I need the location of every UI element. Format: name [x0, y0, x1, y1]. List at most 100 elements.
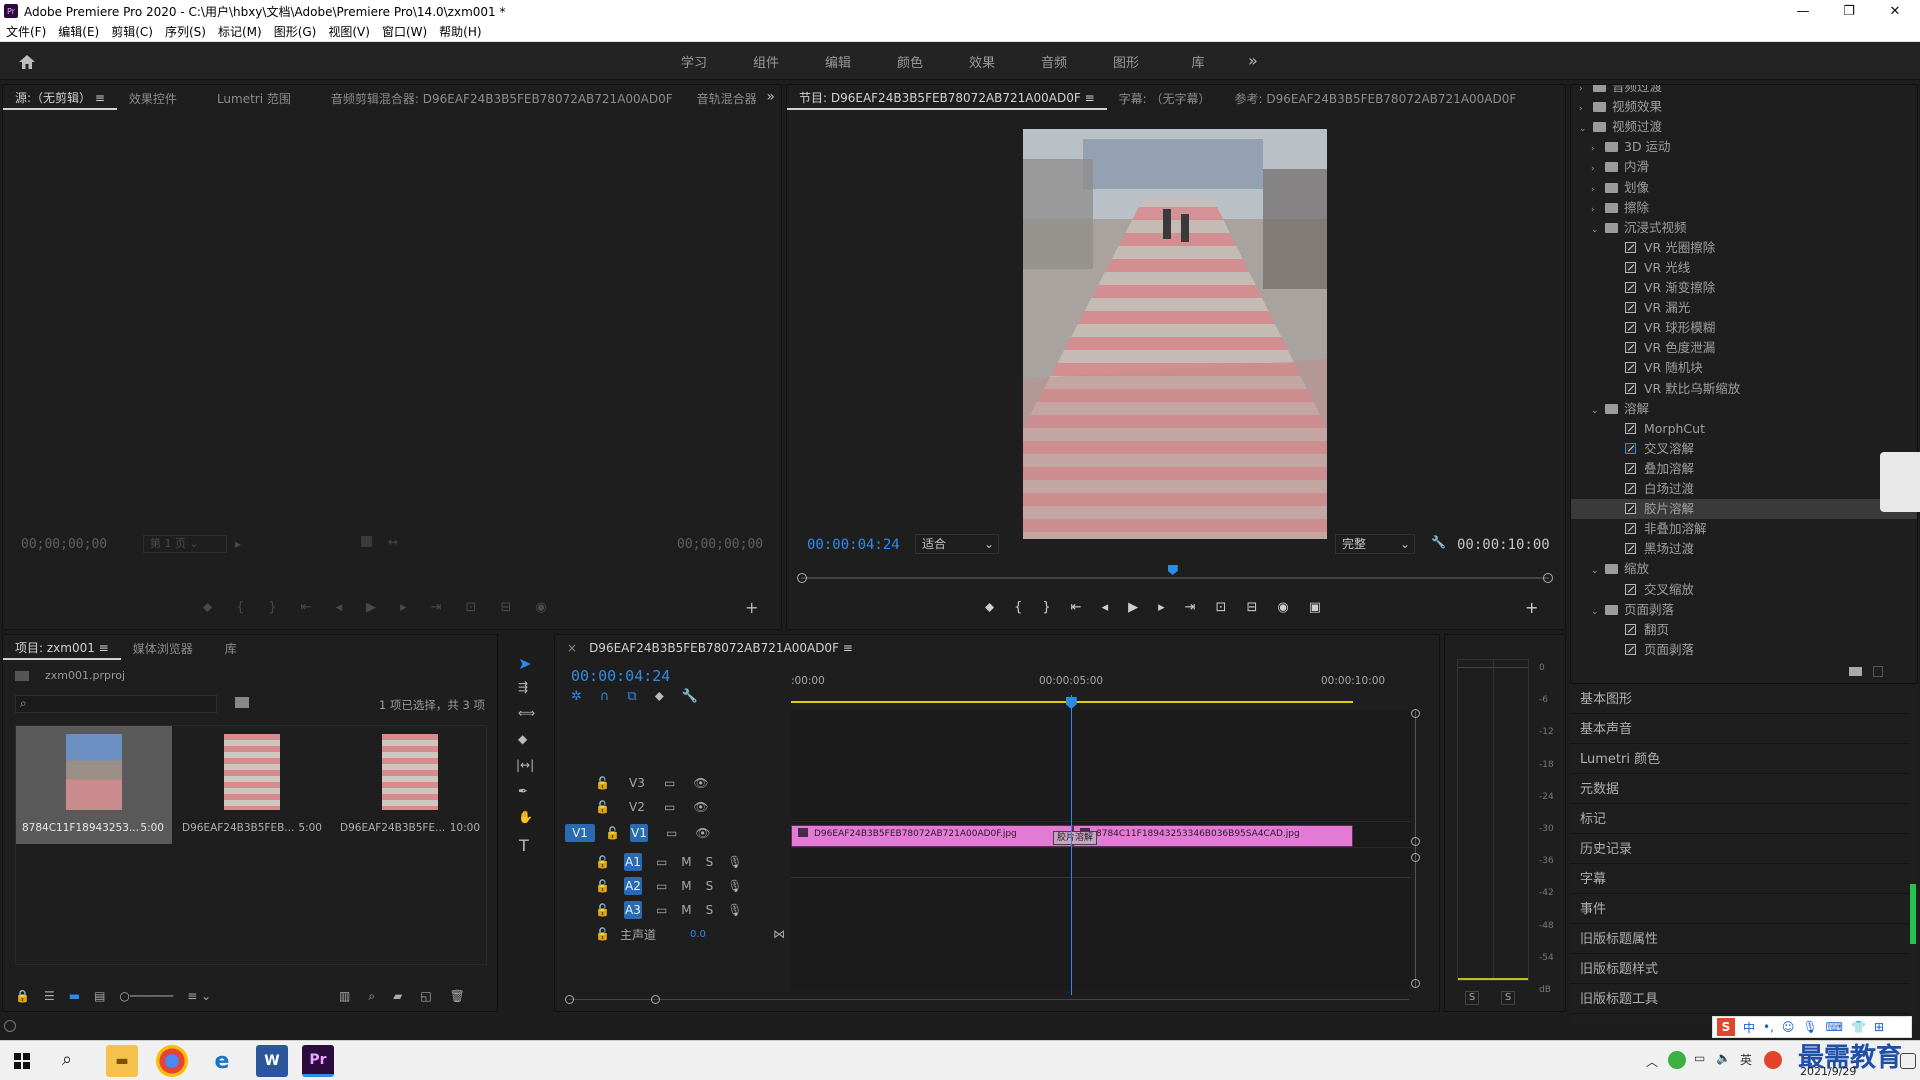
time-ruler[interactable]: :00:00 00:00:05:00 00:00:10:00	[791, 671, 1411, 705]
source-patch-v1[interactable]: V1	[565, 824, 595, 842]
scroll-handle[interactable]	[1411, 979, 1420, 988]
panel-captions[interactable]: 字幕	[1570, 866, 1910, 894]
solo-toggle[interactable]: S	[706, 855, 714, 869]
mute-toggle[interactable]: M	[681, 855, 691, 869]
new-bin-icon[interactable]	[1849, 667, 1862, 676]
sogou-s-icon[interactable]: S	[1717, 1018, 1735, 1036]
add-marker-icon[interactable]: ⬥	[985, 600, 994, 615]
chrome-icon[interactable]	[156, 1045, 188, 1077]
chevron-down-icon[interactable]: ⌄	[1591, 401, 1605, 421]
vertical-scrollbar[interactable]	[1415, 711, 1416, 987]
export-frame-icon[interactable]: ◉	[535, 600, 546, 615]
effects-folder[interactable]: › 内滑	[1571, 157, 1917, 179]
menu-file[interactable]: 文件(F)	[0, 23, 52, 40]
network-icon[interactable]: ▭	[1694, 1051, 1705, 1065]
lock-icon[interactable]: 🔓	[595, 927, 610, 941]
solo-left-button[interactable]: S	[1465, 991, 1479, 1005]
workspace-color[interactable]: 颜色	[874, 52, 946, 71]
effect-item[interactable]: 交叉缩放	[1571, 580, 1917, 600]
extract-icon[interactable]: ⊟	[1246, 600, 1257, 615]
menu-window[interactable]: 窗口(W)	[376, 23, 433, 40]
eye-icon[interactable]: 👁	[693, 800, 708, 814]
snap-icon[interactable]: ∩	[600, 689, 610, 704]
tab-libraries[interactable]: 库	[205, 640, 249, 657]
effect-item[interactable]: 非叠加溶解	[1571, 519, 1917, 539]
effects-folder[interactable]: › 视频效果	[1571, 97, 1917, 117]
master-to-end-icon[interactable]: ⋈	[773, 927, 785, 941]
sync-icon[interactable]: ▭	[664, 800, 675, 814]
add-marker-icon[interactable]: ⬥	[655, 689, 664, 704]
page-dropdown[interactable]: 第 1 页 ⌄	[143, 535, 227, 553]
pen-tool-icon[interactable]: ✒	[518, 784, 528, 798]
solo-toggle[interactable]: S	[706, 903, 714, 917]
play-icon[interactable]: ▶	[366, 600, 376, 615]
project-item[interactable]: D96EAF24B3B5FE... 10:00	[332, 726, 488, 844]
effects-folder[interactable]: › 划像	[1571, 178, 1917, 198]
track-target-a3[interactable]: A3	[623, 901, 642, 919]
chevron-right-icon[interactable]: ›	[1591, 159, 1605, 179]
master-volume[interactable]: 0.0	[690, 929, 706, 940]
ime-mode-icon[interactable]: 英	[1740, 1051, 1752, 1068]
panel-essential-sound[interactable]: 基本声音	[1570, 716, 1910, 744]
panel-events[interactable]: 事件	[1570, 896, 1910, 924]
sync-icon[interactable]: ▭	[666, 826, 677, 840]
tab-project[interactable]: 项目: zxm001 ≡	[3, 636, 121, 660]
premiere-taskbar-icon[interactable]: Pr	[302, 1045, 334, 1077]
menu-grid-icon[interactable]: ⊞	[1874, 1020, 1884, 1034]
play-icon[interactable]: ▶	[1128, 600, 1138, 615]
effects-folder[interactable]: › 擦除	[1571, 198, 1917, 218]
tab-sequence[interactable]: D96EAF24B3B5FEB78072AB721A00AD0F ≡	[589, 641, 865, 655]
side-float-button[interactable]	[1880, 452, 1920, 512]
effects-folder[interactable]: ⌄ 页面剥落	[1571, 600, 1917, 622]
workspace-audio[interactable]: 音频	[1018, 52, 1090, 71]
effect-item[interactable]: VR 光线	[1571, 258, 1917, 278]
zoom-slider[interactable]: ○──────	[119, 989, 173, 1003]
effect-item[interactable]: 白场过渡	[1571, 479, 1917, 499]
new-bin-icon[interactable]: ▰	[393, 989, 402, 1004]
video-clip[interactable]: D96EAF24B3B5FEB78072AB721A00AD0F.jpg	[791, 825, 1073, 847]
mic-icon[interactable]: 🎙	[727, 903, 742, 917]
panel-legacy-title-tools[interactable]: 旧版标题工具	[1570, 986, 1910, 1014]
tray-chevron-icon[interactable]: ︿	[1646, 1053, 1658, 1070]
lock-icon[interactable]: 🔓	[605, 826, 620, 840]
menu-edit[interactable]: 编辑(E)	[52, 23, 105, 40]
mic-icon[interactable]: 🎙	[727, 879, 742, 893]
overwrite-icon[interactable]: ⊟	[500, 600, 511, 615]
step-forward-icon[interactable]: ▸	[1158, 600, 1165, 615]
panel-metadata[interactable]: 元数据	[1570, 776, 1910, 804]
zoom-handle-left[interactable]	[565, 995, 574, 1004]
chevron-down-icon[interactable]: ⌄	[1579, 119, 1593, 139]
effect-item[interactable]: VR 随机块	[1571, 358, 1917, 378]
camera-icon[interactable]: ◉	[1277, 600, 1288, 615]
project-search-input[interactable]: ⌕	[15, 695, 217, 713]
status-indicator-icon[interactable]	[4, 1020, 16, 1032]
compare-icon[interactable]: ▣	[1309, 600, 1321, 615]
mark-out-icon[interactable]: }	[268, 600, 276, 615]
eye-icon[interactable]: 👁	[693, 776, 708, 790]
mic-icon[interactable]: 🎙	[727, 855, 742, 869]
effects-folder[interactable]: ⌄ 视频过渡	[1571, 117, 1917, 139]
lock-icon[interactable]: 🔓	[595, 855, 610, 869]
workspace-graphics[interactable]: 图形	[1090, 52, 1162, 71]
lock-icon[interactable]: 🔓	[595, 903, 610, 917]
tab-effect-controls[interactable]: 效果控件	[117, 90, 189, 107]
panel-legacy-title-styles[interactable]: 旧版标题样式	[1570, 956, 1910, 984]
timeline-playhead[interactable]	[1065, 697, 1077, 709]
lock-icon[interactable]: 🔓	[595, 800, 610, 814]
track-target-v3[interactable]: V3	[628, 774, 646, 792]
razor-tool-icon[interactable]: ◆	[518, 732, 527, 746]
chevron-down-icon[interactable]: ⌄	[1591, 220, 1605, 240]
scroll-handle[interactable]	[1411, 853, 1420, 862]
keyboard-icon[interactable]: ⌨	[1826, 1020, 1843, 1034]
effect-item[interactable]: 交叉溶解	[1571, 439, 1917, 459]
step-forward-icon[interactable]: ▸	[400, 600, 407, 615]
effect-item[interactable]: VR 渐变擦除	[1571, 278, 1917, 298]
go-to-in-icon[interactable]: ⇤	[301, 600, 312, 615]
video-clip[interactable]: 8784C11F18943253346B036B95SA4CAD.jpg	[1073, 825, 1353, 847]
trash-icon[interactable]: 🗑	[450, 989, 465, 1004]
word-icon[interactable]: W	[256, 1045, 288, 1077]
workspace-learn[interactable]: 学习	[658, 52, 730, 71]
chevron-down-icon[interactable]: ⌄	[1591, 602, 1605, 622]
transition-block[interactable]: 胶片溶解	[1053, 831, 1097, 845]
scrub-start-handle[interactable]	[797, 573, 807, 583]
